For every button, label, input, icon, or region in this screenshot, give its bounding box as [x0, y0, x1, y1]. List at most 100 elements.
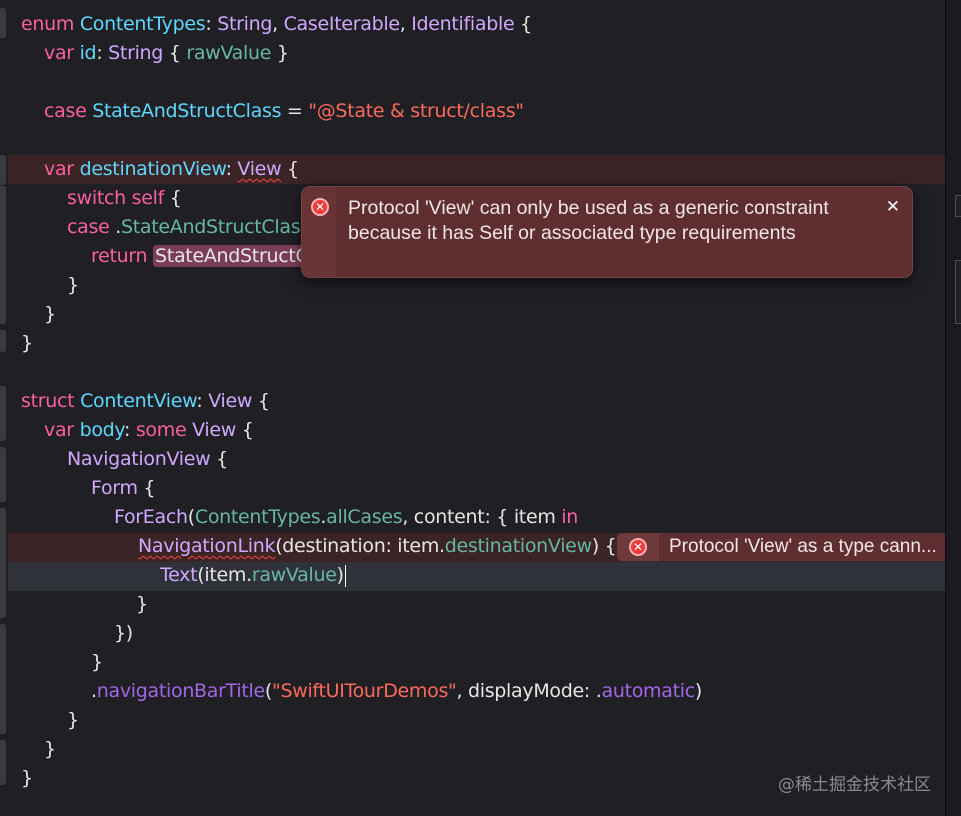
watermark: @稀土掘金技术社区	[778, 775, 931, 795]
token: StateAndStructClass	[120, 216, 310, 238]
token: :	[205, 13, 218, 35]
token: }	[136, 593, 148, 615]
code-line[interactable]: var destinationView: View {	[44, 155, 299, 184]
fold-marker[interactable]	[0, 447, 6, 502]
code-line[interactable]: enum ContentTypes: String, CaseIterable,…	[21, 10, 532, 39]
fold-marker[interactable]	[0, 8, 6, 38]
fold-ribbon[interactable]	[0, 0, 8, 816]
token: ContentTypes	[194, 506, 321, 528]
code-line[interactable]: }	[67, 271, 79, 300]
token: )	[694, 680, 702, 702]
token: ContentView	[80, 390, 197, 412]
token: }	[44, 738, 56, 760]
inspector-edge	[945, 0, 961, 816]
code-line[interactable]: NavigationView {	[67, 445, 228, 474]
token: View	[208, 390, 253, 412]
code-editor[interactable]: enum ContentTypes: String, CaseIterable,…	[0, 0, 945, 816]
fold-marker[interactable]	[0, 740, 6, 785]
inline-error-message: Protocol 'View' as a type cann...	[669, 536, 937, 557]
text-cursor	[344, 564, 346, 587]
token: ) {	[591, 535, 617, 557]
token: automatic	[601, 680, 695, 702]
code-line[interactable]: })	[114, 619, 133, 648]
token: , displayMode: .	[456, 680, 602, 702]
token: .	[109, 216, 121, 238]
token: )	[336, 564, 344, 586]
fold-marker[interactable]	[0, 508, 6, 618]
token: destinationView	[79, 158, 226, 180]
code-line[interactable]: }	[44, 735, 56, 764]
token: "@State & struct/class"	[308, 100, 524, 122]
token: ,	[399, 13, 412, 35]
code-line[interactable]: Form {	[91, 474, 155, 503]
token: ,	[272, 13, 284, 35]
token: }	[91, 651, 103, 673]
code-line[interactable]: ForEach(ContentTypes.allCases, content: …	[114, 503, 578, 532]
token: some	[135, 419, 187, 441]
code-line[interactable]: }	[21, 764, 33, 793]
token: Form	[91, 477, 138, 499]
error-icon: ✕	[629, 538, 647, 556]
token: self	[131, 187, 165, 209]
code-line[interactable]: struct ContentView: View {	[21, 387, 270, 416]
code-line[interactable]: case StateAndStructClass = "@State & str…	[44, 97, 524, 126]
error-popover[interactable]: ✕ Protocol 'View' can only be used as a …	[301, 186, 913, 278]
popover-message: Protocol 'View' can only be used as a ge…	[348, 197, 829, 244]
token: ContentTypes	[79, 13, 206, 35]
token: {	[281, 158, 299, 180]
token: }	[271, 42, 289, 64]
code-line[interactable]: Text(item.rawValue)	[160, 561, 346, 590]
code-line[interactable]: switch self {	[67, 184, 182, 213]
token: id	[79, 42, 97, 64]
token: }	[67, 709, 79, 731]
token: }	[44, 303, 56, 325]
token: {	[236, 419, 254, 441]
token: {	[514, 13, 532, 35]
token: (	[187, 506, 195, 528]
code-line[interactable]: .navigationBarTitle("SwiftUITourDemos", …	[91, 677, 702, 706]
current-line-highlight	[8, 562, 945, 591]
close-icon[interactable]: ✕	[886, 197, 900, 217]
fold-marker[interactable]	[0, 330, 6, 352]
token: switch	[67, 187, 126, 209]
code-line[interactable]: case .StateAndStructClass	[67, 213, 310, 242]
token: (	[264, 680, 272, 702]
fold-marker[interactable]	[0, 186, 6, 324]
fold-marker[interactable]	[0, 155, 6, 185]
token: case	[44, 100, 87, 122]
selected-token: StateAndStructC	[153, 245, 311, 267]
code-line[interactable]: NavigationLink(destination: item.destina…	[138, 532, 617, 561]
token: , content: { item	[402, 506, 562, 528]
code-line[interactable]: }	[44, 300, 56, 329]
token: {	[163, 42, 187, 64]
code-line[interactable]: }	[21, 329, 33, 358]
token: Identifiable	[411, 13, 515, 35]
token: in	[561, 506, 579, 528]
code-line[interactable]: var id: String { rawValue }	[44, 39, 289, 68]
inline-error-annotation[interactable]: ✕ Protocol 'View' as a type cann...	[617, 533, 945, 561]
token: destinationView	[444, 535, 592, 557]
token: })	[114, 622, 133, 644]
token: }	[21, 767, 33, 789]
token: case	[67, 216, 110, 238]
code-line[interactable]: var body: some View {	[44, 416, 254, 445]
token: NavigationView	[67, 448, 211, 470]
error-icon: ✕	[311, 198, 329, 216]
code-line[interactable]: }	[67, 706, 79, 735]
token: {	[163, 187, 182, 209]
token: :	[225, 158, 238, 180]
inline-error-icon-cell: ✕	[617, 533, 659, 561]
token: return	[91, 245, 148, 267]
token: var	[44, 419, 74, 441]
code-line[interactable]: }	[91, 648, 103, 677]
token: body	[79, 419, 125, 441]
token-error: View	[237, 158, 282, 180]
token: enum	[21, 13, 75, 35]
code-line[interactable]: }	[136, 590, 148, 619]
fold-marker[interactable]	[0, 386, 6, 441]
code-line[interactable]: return StateAndStructC	[91, 242, 311, 271]
token: rawValue	[186, 42, 272, 64]
token: }	[21, 332, 33, 354]
fold-marker[interactable]	[0, 624, 6, 734]
token: var	[44, 158, 74, 180]
